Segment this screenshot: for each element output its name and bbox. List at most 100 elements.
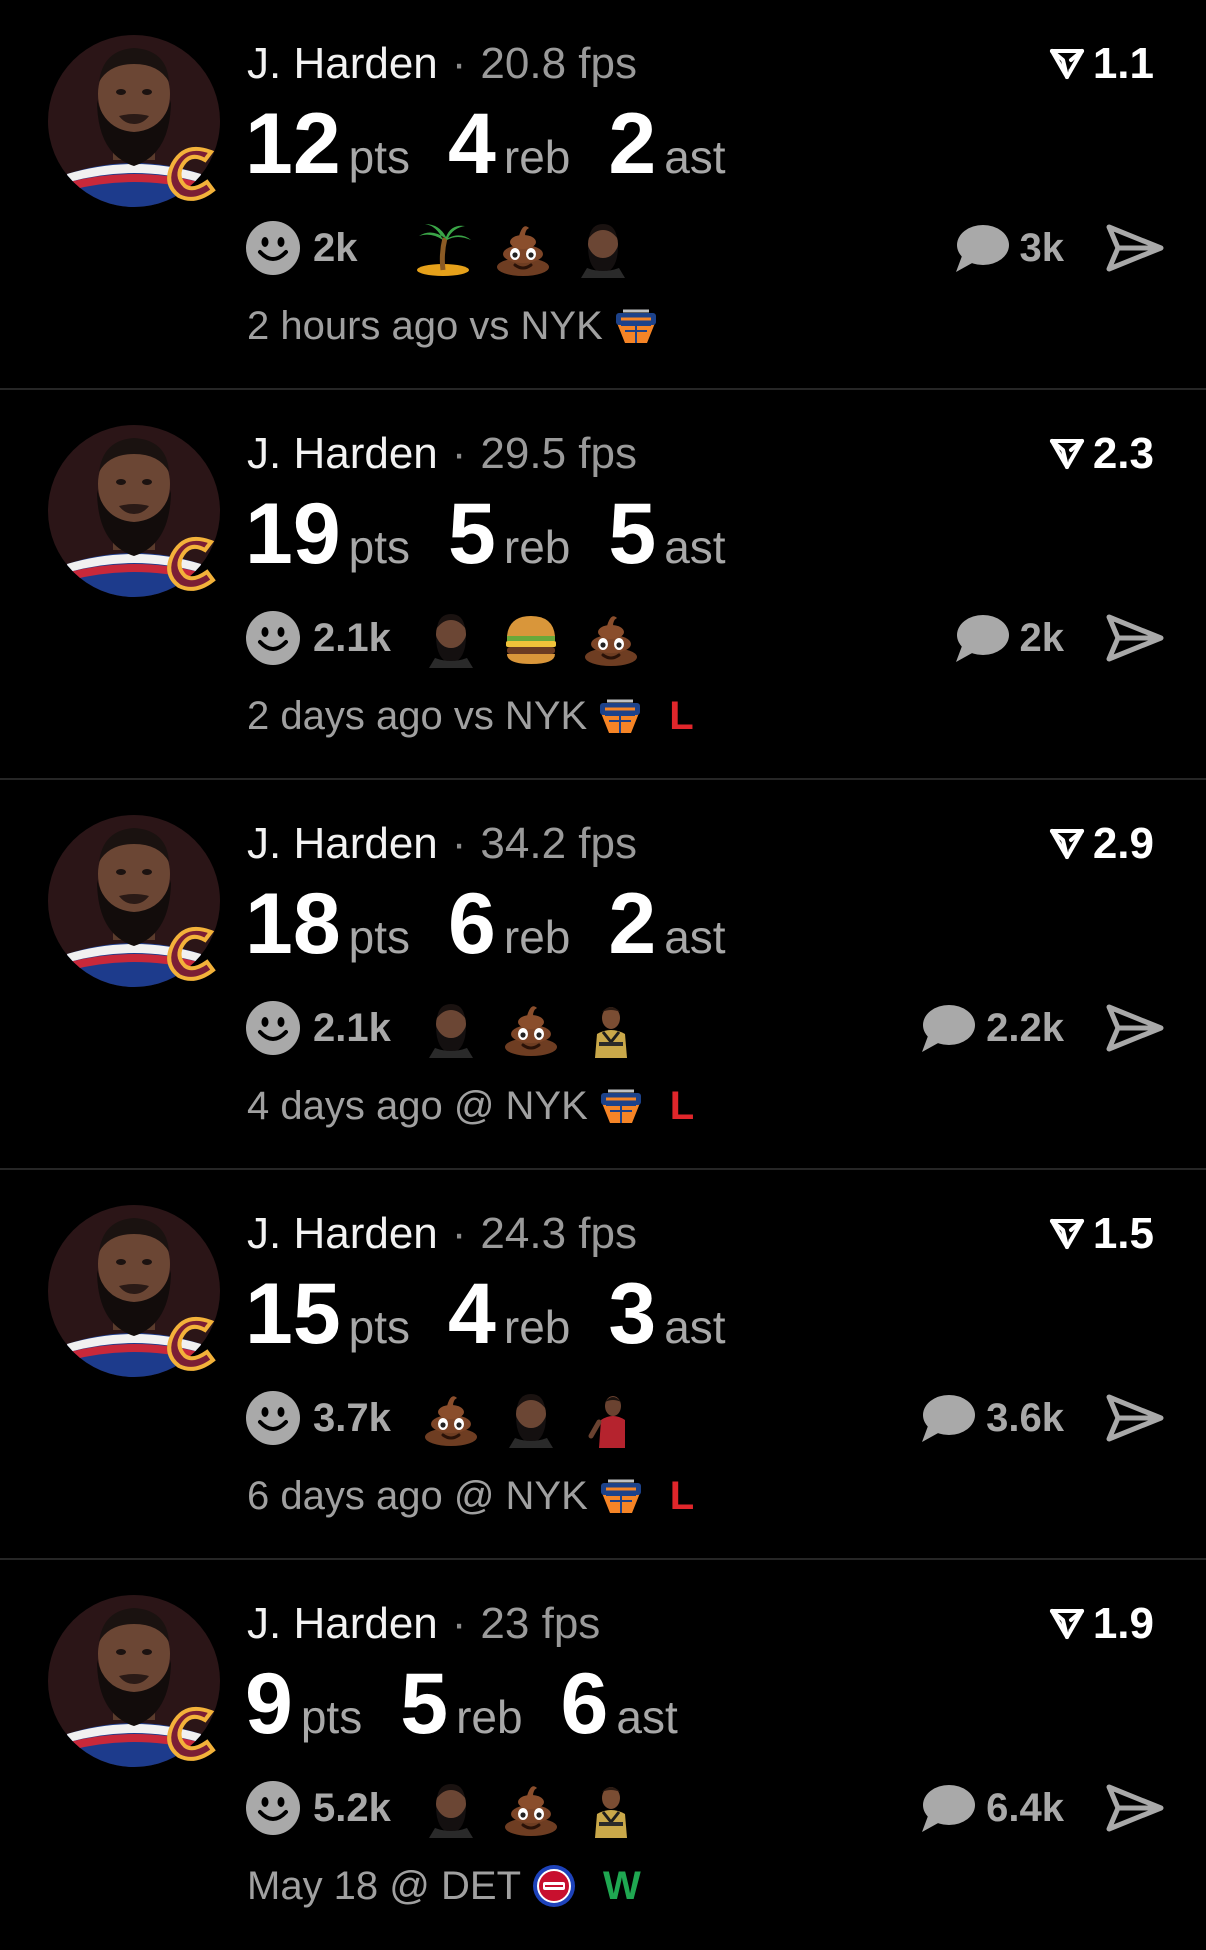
stat-value-ast: 6 [560,1656,609,1752]
player-avatar[interactable] [47,1204,221,1378]
game-location: vs NYK [442,693,588,738]
stat-value-pts: 12 [245,96,341,192]
player-avatar[interactable] [47,1594,221,1768]
smiley-icon[interactable] [245,1390,301,1446]
player-name[interactable]: J. Harden [247,429,438,478]
stat-line: 12 pts 4 reb 2 ast [245,98,764,190]
smiley-icon[interactable] [245,610,301,666]
reactions-bar: 2.1k [245,998,661,1058]
comment-count[interactable]: 6.4k [986,1786,1064,1831]
player-name[interactable]: J. Harden [247,819,438,868]
reaction-count[interactable]: 3.7k [313,1396,391,1441]
separator-dot: · [451,39,467,88]
smiley-icon[interactable] [245,1000,301,1056]
player-sticker[interactable] [581,1778,661,1838]
harden-sticker[interactable] [421,998,501,1058]
poop-emoji[interactable] [501,1778,581,1838]
speech-bubble-icon[interactable] [952,612,1010,664]
comment-count[interactable]: 2.2k [986,1006,1064,1051]
game-time: 4 days ago [247,1083,443,1128]
smiley-icon[interactable] [245,220,301,276]
stat-value-reb: 5 [400,1656,449,1752]
game-info: 2 hours ago vs NYK [247,296,659,356]
harden-sticker[interactable] [421,608,501,668]
player-sticker[interactable] [581,998,661,1058]
stat-value-ast: 5 [608,486,657,582]
knicks-logo [587,693,643,739]
game-info: 6 days ago @ NYK L [247,1466,694,1526]
rating-value: 1.1 [1092,39,1154,88]
comment-count[interactable]: 3.6k [986,1396,1064,1441]
stat-unit-reb: reb [503,131,571,183]
game-info: May 18 @ DET W [247,1856,641,1916]
stat-value-reb: 5 [448,486,496,582]
player-name[interactable]: J. Harden [247,1599,438,1648]
comment-count[interactable]: 3k [1020,226,1065,271]
reaction-count[interactable]: 2.1k [313,1006,391,1051]
poop-emoji[interactable] [581,608,661,668]
game-post-card[interactable]: J. Harden · 34.2 fps 2.9 18 pts 6 reb 2 ast 2.1k [0,780,1206,1170]
player-name[interactable]: J. Harden [247,1209,438,1258]
poop-emoji[interactable] [421,1388,501,1448]
post-header: J. Harden · 34.2 fps [247,814,637,874]
stat-unit-reb: reb [503,911,571,963]
poop-emoji[interactable] [501,998,581,1058]
stat-unit-ast: ast [616,1691,678,1743]
game-time: 6 days ago [247,1473,443,1518]
game-post-card[interactable]: J. Harden · 20.8 fps 1.1 12 pts 4 reb 2 ast 2k [0,0,1206,390]
game-time: May 18 [247,1863,379,1908]
stat-unit-reb: reb [503,521,571,573]
knicks-logo [603,303,659,349]
rating-badge: 1.5 [1049,1204,1154,1264]
player-red-sticker[interactable] [581,1388,661,1448]
rating-badge: 1.1 [1049,34,1154,94]
stat-unit-pts: pts [348,131,411,183]
fantasy-points: 29.5 fps [480,429,637,478]
send-icon[interactable] [1106,1003,1164,1053]
harden-sticker[interactable] [421,1778,501,1838]
game-post-card[interactable]: J. Harden · 23 fps 1.9 9 pts 5 reb 6 ast 5.2k [0,1560,1206,1950]
island-emoji[interactable] [413,218,493,278]
harden-sticker[interactable] [573,218,653,278]
speech-bubble-icon[interactable] [918,1002,976,1054]
post-header: J. Harden · 24.3 fps [247,1204,637,1264]
burger-emoji[interactable] [501,608,581,668]
game-post-card[interactable]: J. Harden · 24.3 fps 1.5 15 pts 4 reb 3 ast 3.7k [0,1170,1206,1560]
rating-value: 2.9 [1092,819,1154,868]
game-info: 4 days ago @ NYK L [247,1076,694,1136]
game-result-badge: L [669,1473,695,1518]
speech-bubble-icon[interactable] [918,1782,976,1834]
send-icon[interactable] [1106,1783,1164,1833]
player-name[interactable]: J. Harden [247,39,438,88]
knicks-logo [588,1083,644,1129]
poop-emoji[interactable] [493,218,573,278]
player-avatar[interactable] [47,424,221,598]
smiley-icon[interactable] [245,1780,301,1836]
speech-bubble-icon[interactable] [918,1392,976,1444]
speech-bubble-icon[interactable] [952,222,1010,274]
reaction-count[interactable]: 2k [313,226,383,271]
fantasy-points: 23 fps [480,1599,601,1648]
stat-value-pts: 15 [245,1266,341,1362]
reaction-count[interactable]: 5.2k [313,1786,391,1831]
game-location: vs NYK [458,303,603,348]
separator-dot: · [451,1599,467,1648]
send-icon[interactable] [1106,613,1164,663]
send-icon[interactable] [1106,223,1164,273]
comment-count[interactable]: 2k [1020,616,1065,661]
fantasy-points: 24.3 fps [480,1209,637,1258]
post-actions: 2k [952,608,1165,668]
rating-badge: 2.9 [1049,814,1154,874]
reaction-count[interactable]: 2.1k [313,616,391,661]
harden-sticker[interactable] [501,1388,581,1448]
arrow-fork-icon [1049,1606,1093,1642]
arrow-fork-icon [1049,46,1093,82]
reactions-bar: 3.7k [245,1388,661,1448]
post-actions: 2.2k [918,998,1164,1058]
game-post-card[interactable]: J. Harden · 29.5 fps 2.3 19 pts 5 reb 5 ast 2.1k [0,390,1206,780]
send-icon[interactable] [1106,1393,1164,1443]
player-avatar[interactable] [47,34,221,208]
player-avatar[interactable] [47,814,221,988]
stat-unit-reb: reb [503,1301,571,1353]
stat-value-reb: 4 [448,96,496,192]
